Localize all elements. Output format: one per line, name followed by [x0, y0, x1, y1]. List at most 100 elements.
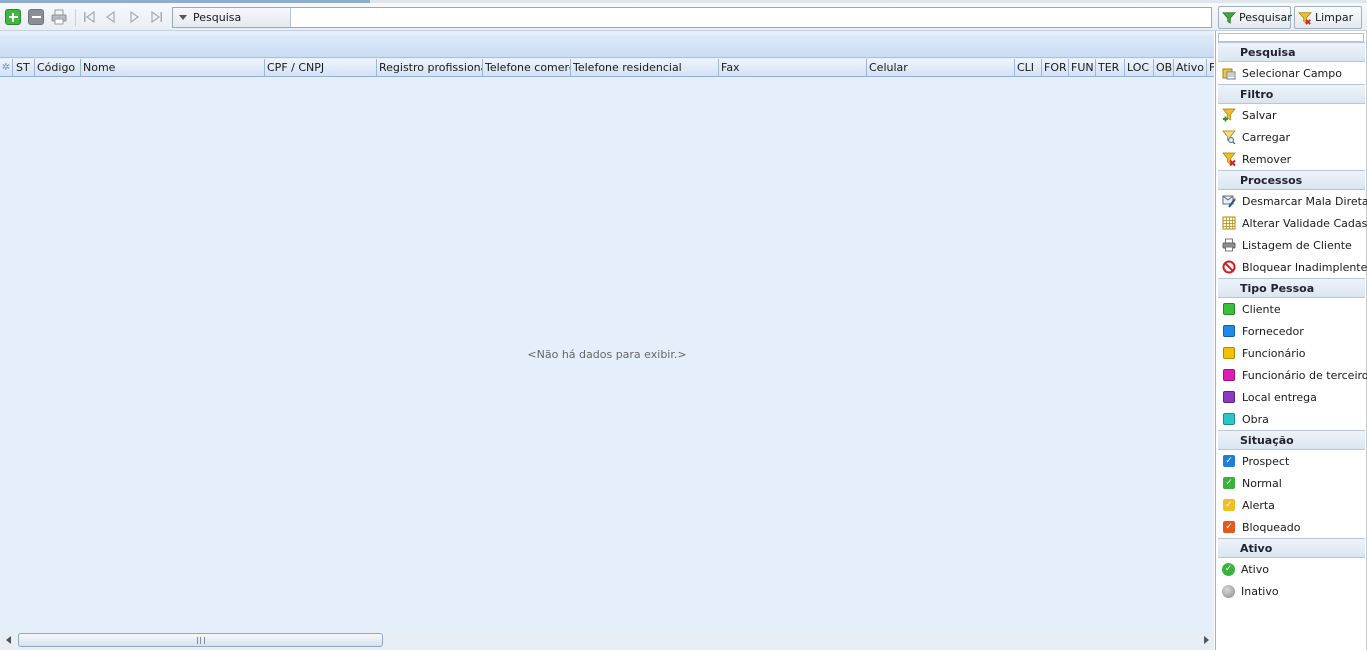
column-header[interactable]: Nome	[81, 59, 265, 77]
section-header-tipo-pessoa: Tipo Pessoa	[1218, 278, 1365, 298]
menu-item-label: Local entrega	[1242, 390, 1317, 404]
gray-circle-icon	[1222, 584, 1235, 598]
column-header[interactable]: Telefone comercial	[483, 59, 571, 77]
toolbar-separator	[75, 9, 76, 26]
menu-item-desmarcar-mala-direta[interactable]: Desmarcar Mala Direta	[1218, 190, 1367, 212]
grid-header: ✲ ST Código Nome CPF / CNPJ Registro pro…	[0, 59, 1214, 77]
menu-item-funcionario-terceiros[interactable]: Funcionário de terceiros	[1218, 364, 1367, 386]
calendar-grid-icon	[1222, 216, 1236, 230]
menu-item-cliente[interactable]: Cliente	[1218, 298, 1365, 320]
menu-item-label: Funcionário de terceiros	[1242, 368, 1367, 382]
search-input[interactable]	[292, 8, 1211, 27]
menu-item-label: Listagem de Cliente	[1242, 238, 1352, 252]
menu-item-listagem-cliente[interactable]: Listagem de Cliente	[1218, 234, 1365, 256]
scroll-right-icon[interactable]	[1204, 636, 1209, 644]
scrollbar-thumb[interactable]	[18, 633, 383, 647]
purple-square-icon	[1223, 391, 1235, 403]
menu-item-label: Remover	[1242, 152, 1292, 166]
menu-item-label: Fornecedor	[1242, 324, 1304, 338]
menu-item-inativo[interactable]: Inativo	[1218, 580, 1365, 602]
blue-check-icon: ✓	[1223, 455, 1235, 467]
section-header-processos: Processos	[1218, 170, 1365, 190]
menu-item-ativo[interactable]: ✓ Ativo	[1218, 558, 1365, 580]
menu-item-bloquear-inadimplentes[interactable]: Bloquear Inadimplentes	[1218, 256, 1367, 278]
previous-record-button[interactable]	[104, 10, 118, 24]
green-square-icon	[1223, 303, 1235, 315]
menu-item-label: Ativo	[1241, 562, 1269, 576]
menu-item-carregar[interactable]: Carregar	[1218, 126, 1365, 148]
search-mode-dropdown[interactable]: Pesquisa	[173, 8, 291, 27]
column-header[interactable]: Código	[35, 59, 81, 77]
search-mode-label: Pesquisa	[193, 11, 242, 24]
data-grid: ✲ ST Código Nome CPF / CNPJ Registro pro…	[0, 31, 1214, 650]
column-header[interactable]: LOC	[1125, 59, 1154, 77]
menu-item-label: Salvar	[1242, 108, 1277, 122]
first-record-button[interactable]	[82, 10, 96, 24]
toolbar: Pesquisa Pesquisar Limpar	[0, 3, 1367, 31]
filter-icon	[1222, 11, 1236, 24]
add-record-button[interactable]	[5, 9, 21, 25]
block-icon	[1222, 260, 1236, 274]
column-header[interactable]: FUN	[1069, 59, 1096, 77]
column-header[interactable]: CLI	[1015, 59, 1042, 77]
column-header[interactable]: CPF / CNPJ	[265, 59, 377, 77]
menu-item-label: Prospect	[1242, 454, 1290, 468]
filter-remove-icon	[1222, 152, 1236, 166]
print-button[interactable]	[51, 9, 67, 25]
menu-item-selecionar-campo[interactable]: Selecionar Campo	[1218, 62, 1365, 84]
remove-record-button[interactable]	[28, 9, 44, 25]
first-icon	[84, 10, 95, 24]
menu-item-bloqueado[interactable]: ✓ Bloqueado	[1218, 516, 1365, 538]
section-header-pesquisa: Pesquisa	[1218, 42, 1365, 62]
search-button-label: Pesquisar	[1239, 11, 1292, 24]
last-record-button[interactable]	[150, 10, 164, 24]
search-button[interactable]: Pesquisar	[1218, 6, 1292, 29]
menu-item-alerta[interactable]: ✓ Alerta	[1218, 494, 1365, 516]
column-header[interactable]: Ativo	[1174, 59, 1207, 77]
column-header[interactable]: F	[1207, 59, 1214, 77]
menu-item-label: Alerta	[1242, 498, 1275, 512]
menu-item-label: Funcionário	[1242, 346, 1306, 360]
select-field-icon	[1222, 68, 1236, 80]
menu-item-label: Cliente	[1242, 302, 1281, 316]
menu-item-normal[interactable]: ✓ Normal	[1218, 472, 1365, 494]
menu-item-label: Selecionar Campo	[1242, 66, 1342, 80]
empty-grid-message: <Não há dados para exibir.>	[527, 348, 687, 361]
menu-item-label: Desmarcar Mala Direta	[1242, 194, 1367, 208]
column-header[interactable]: Registro profissional	[377, 59, 483, 77]
menu-item-label: Normal	[1242, 476, 1282, 490]
printer-icon	[1222, 238, 1236, 252]
menu-item-label: Carregar	[1242, 130, 1291, 144]
scroll-left-icon[interactable]	[6, 636, 11, 644]
menu-item-funcionario[interactable]: Funcionário	[1218, 342, 1365, 364]
column-header[interactable]: OBI	[1154, 59, 1174, 77]
column-header[interactable]: TER	[1096, 59, 1125, 77]
menu-item-alterar-validade[interactable]: Alterar Validade Cadas	[1218, 212, 1367, 234]
horizontal-scrollbar[interactable]	[0, 631, 1214, 650]
menu-item-fornecedor[interactable]: Fornecedor	[1218, 320, 1365, 342]
previous-icon	[105, 10, 115, 24]
menu-item-salvar[interactable]: Salvar	[1218, 104, 1365, 126]
clear-filter-icon	[1298, 11, 1312, 25]
side-panel-filter-box[interactable]	[1218, 33, 1364, 42]
column-header[interactable]: ST	[14, 59, 35, 77]
next-record-button[interactable]	[127, 10, 141, 24]
column-header[interactable]: Fax	[719, 59, 867, 77]
menu-item-obra[interactable]: Obra	[1218, 408, 1365, 430]
column-header[interactable]: FOR	[1042, 59, 1069, 77]
menu-item-remover[interactable]: Remover	[1218, 148, 1365, 170]
last-icon	[151, 10, 162, 24]
column-header[interactable]: Celular	[867, 59, 1015, 77]
row-indicator-icon: ✲	[0, 59, 13, 77]
mail-unmark-icon	[1222, 195, 1236, 208]
filter-load-icon	[1222, 130, 1236, 144]
column-header[interactable]: Telefone residencial	[571, 59, 719, 77]
section-header-situacao: Situação	[1218, 430, 1365, 450]
menu-item-prospect[interactable]: ✓ Prospect	[1218, 450, 1365, 472]
orange-check-icon: ✓	[1223, 521, 1235, 533]
printer-icon	[51, 9, 67, 25]
clear-button[interactable]: Limpar	[1294, 6, 1362, 29]
menu-item-label: Bloqueado	[1242, 520, 1301, 534]
yellow-check-icon: ✓	[1223, 499, 1235, 511]
menu-item-local-entrega[interactable]: Local entrega	[1218, 386, 1365, 408]
